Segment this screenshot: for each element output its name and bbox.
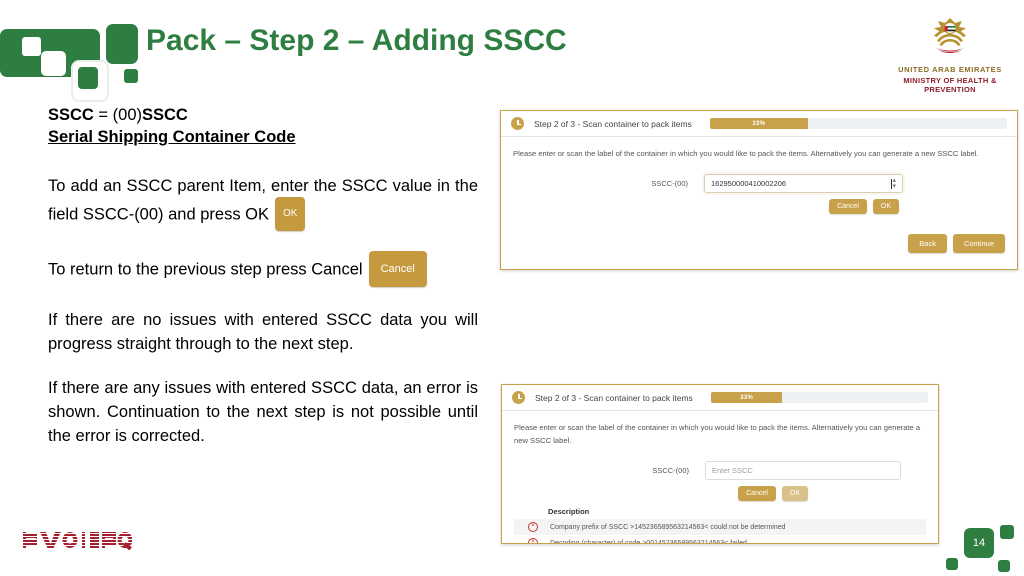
sscc-equals: = (00) — [93, 106, 142, 124]
cancel-button-error[interactable]: Cancel — [738, 486, 776, 501]
evoteq-wordmark-icon — [23, 532, 133, 551]
wizard-body-error: Please enter or scan the label of the co… — [502, 411, 938, 544]
progress-bar-label: 33% — [752, 120, 766, 127]
logo-square-white-1 — [22, 37, 41, 56]
wizard-instruction: Please enter or scan the label of the co… — [513, 149, 979, 158]
page-deco-square-2 — [946, 558, 958, 570]
cancel-button-illustration[interactable]: Cancel — [368, 251, 427, 287]
progress-bar-fill: 33% — [709, 118, 808, 129]
sscc-input-value: 162950000410002206 — [711, 179, 787, 188]
continue-button[interactable]: Continue — [952, 234, 1005, 253]
error-message: Decoding (character) of code >0014523658… — [550, 539, 747, 544]
sscc-abbrev: SSCC — [48, 106, 94, 124]
screenshot-success-flow: Step 2 of 3 - Scan container to pack ite… — [500, 110, 1018, 270]
wizard-header-error: Step 2 of 3 - Scan container to pack ite… — [502, 385, 938, 411]
uae-falcon-emblem-icon — [934, 18, 966, 53]
sscc-field-row-error: SSCC-(00) Enter SSCC — [514, 461, 926, 480]
field-action-buttons-error: Cancel OK — [514, 486, 926, 501]
stepper-icon[interactable]: ▴ ▾ — [892, 177, 896, 190]
ministry-line-2: MINISTRY OF HEALTH & PREVENTION — [903, 76, 997, 94]
sscc-definition-line: SSCC = (00)SSCC — [48, 104, 478, 126]
page-number-badge: 14 — [946, 520, 1016, 574]
wizard-header: Step 2 of 3 - Scan container to pack ite… — [501, 111, 1017, 137]
error-list-header: Description — [548, 507, 590, 516]
screenshot-error-flow: Step 2 of 3 - Scan container to pack ite… — [501, 384, 939, 544]
page-number: 14 — [964, 528, 994, 558]
wizard-step-title-error: Step 2 of 3 - Scan container to pack ite… — [535, 392, 693, 403]
sscc-full-name: Serial Shipping Container Code — [48, 128, 296, 146]
instruction-paragraph-2: To return to the previous step press Can… — [48, 251, 478, 288]
company-logo — [0, 18, 152, 102]
sscc-input-placeholder: Enter SSCC — [712, 466, 753, 475]
ok-button-error[interactable]: OK — [781, 486, 808, 501]
slide-canvas: Pack – Step 2 – Adding SSCC UNITED ARAB … — [0, 0, 1024, 576]
progress-bar-error: 33% — [710, 392, 928, 403]
instruction-1-text: To add an SSCC parent Item, enter the SS… — [48, 177, 478, 224]
logo-square-large — [106, 24, 138, 64]
progress-bar-label-error: 33% — [740, 394, 754, 401]
error-message: Company prefix of SSCC >1452365895632145… — [550, 523, 786, 531]
error-row: × Company prefix of SSCC >14523658956321… — [514, 519, 926, 535]
error-list: Description × Company prefix of SSCC >14… — [514, 507, 926, 544]
ministry-line-1: UNITED ARAB EMIRATES — [898, 65, 1002, 74]
wizard-step-title: Step 2 of 3 - Scan container to pack ite… — [534, 118, 692, 129]
wizard-footer-buttons: Back Continue — [501, 234, 1017, 261]
page-title: Pack – Step 2 – Adding SSCC — [146, 24, 567, 57]
wizard-body: Please enter or scan the label of the co… — [501, 137, 1017, 220]
ok-button-illustration[interactable]: OK — [275, 197, 306, 231]
instruction-paragraph-3: If there are no issues with entered SSCC… — [48, 311, 478, 353]
error-icon: × — [528, 538, 538, 543]
instruction-paragraph-4: If there are any issues with entered SSC… — [48, 379, 478, 445]
logo-square-small — [124, 69, 138, 83]
sscc-field-label-error: SSCC-(00) — [652, 466, 689, 475]
clock-icon — [511, 117, 524, 130]
error-icon: × — [528, 522, 538, 532]
evoteq-logo — [22, 528, 133, 552]
instruction-2-text: To return to the previous step press Can… — [48, 260, 363, 279]
sscc-field-label: SSCC-(00) — [651, 179, 688, 188]
instruction-paragraph-1: To add an SSCC parent Item, enter the SS… — [48, 174, 478, 232]
progress-bar-fill-error: 33% — [710, 392, 783, 403]
sscc-field-row: SSCC-(00) 162950000410002206 ▴ ▾ — [513, 174, 1005, 193]
body-text-column: SSCC = (00)SSCC Serial Shipping Containe… — [48, 104, 478, 448]
back-button[interactable]: Back — [908, 234, 947, 253]
cancel-button[interactable]: Cancel — [829, 199, 867, 214]
field-action-buttons: Cancel OK — [513, 199, 1005, 214]
ok-button[interactable]: OK — [872, 199, 899, 214]
page-deco-square-1 — [1000, 525, 1014, 539]
progress-bar: 33% — [709, 118, 1007, 129]
logo-square-inner — [78, 67, 98, 89]
ministry-logo: UNITED ARAB EMIRATES MINISTRY OF HEALTH … — [884, 14, 1016, 94]
logo-square-white-2 — [41, 51, 66, 76]
clock-icon — [512, 391, 525, 404]
sscc-input-error[interactable]: Enter SSCC — [705, 461, 901, 480]
page-deco-square-3 — [998, 560, 1010, 572]
sscc-abbrev-2: SSCC — [142, 106, 188, 124]
sscc-input[interactable]: 162950000410002206 ▴ ▾ — [704, 174, 903, 193]
wizard-instruction-error: Please enter or scan the label of the co… — [514, 423, 921, 445]
error-row: × Decoding (character) of code >00145236… — [514, 535, 926, 544]
